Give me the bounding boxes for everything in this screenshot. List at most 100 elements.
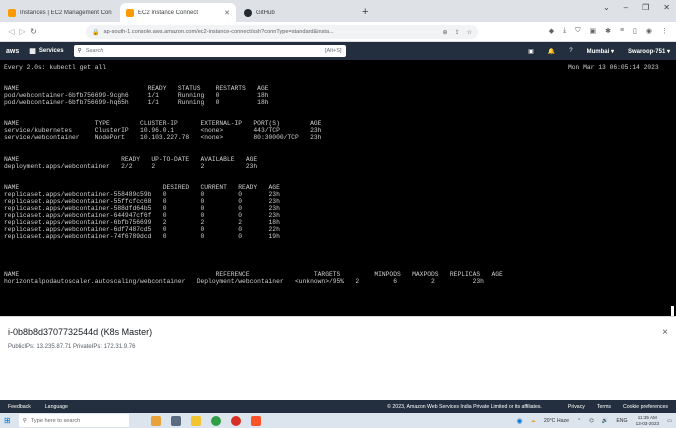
- tab-ec2-instance-connect[interactable]: EC2 Instance Connect ✕: [120, 3, 236, 22]
- extension-icon[interactable]: ▣: [589, 27, 596, 35]
- instance-ips: PublicIPs: 13.235.87.71 PrivateIPs: 172.…: [8, 344, 136, 350]
- instance-title: i-0b8b8d3707732544d (K8s Master): [8, 327, 153, 337]
- terminal-line: replicaset.apps/webcontainer-6df7487cd5 …: [4, 226, 280, 233]
- close-tab-icon[interactable]: ✕: [224, 9, 230, 17]
- tab-label: EC2 Instance Connect: [138, 9, 199, 16]
- instance-info-panel: i-0b8b8d3707732544d (K8s Master) PublicI…: [0, 316, 676, 400]
- widgets-icon[interactable]: [150, 415, 161, 426]
- extensions-bar: ◆ ⤓ ⛉ ▣ ✱ ≡ ▯ ◉ ⋮: [549, 27, 668, 35]
- terminal-line: service/webcontainer NodePort 10.103.227…: [4, 134, 322, 141]
- github-icon: [244, 8, 252, 17]
- feedback-link[interactable]: Feedback: [8, 404, 31, 410]
- terminal-line: replicaset.apps/webcontainer-6bfb756699 …: [4, 219, 280, 226]
- reload-icon[interactable]: ↻: [28, 27, 39, 36]
- system-tray: ◉ ☁ 20°C Haze ⌃ ⌬ 🔊 ENG 11:35 AM 13-03-2…: [517, 413, 672, 428]
- url-text: ap-south-1.console.aws.amazon.com/ec2-in…: [103, 29, 334, 35]
- taskbar-search-placeholder: Type here to search: [30, 417, 81, 424]
- grid-icon: ▦: [29, 48, 36, 55]
- new-tab-button[interactable]: +: [362, 3, 368, 22]
- brave-icon[interactable]: [250, 415, 261, 426]
- search-placeholder: Search: [85, 48, 104, 54]
- tab-strip: Instances | EC2 Management Console EC2 I…: [0, 0, 676, 22]
- terminal-line: Every 2.0s: kubectl get all: [4, 64, 107, 71]
- terminal-scrollbar[interactable]: [671, 306, 674, 316]
- forward-icon[interactable]: ▷: [17, 27, 28, 36]
- tab-instances[interactable]: Instances | EC2 Management Console: [2, 3, 118, 22]
- bookmark-star-icon[interactable]: ☆: [467, 29, 472, 36]
- clock-time: 11:35 AM: [637, 415, 657, 420]
- taskbar-apps: [150, 415, 261, 426]
- file-explorer-icon[interactable]: [190, 415, 201, 426]
- terminal-line: NAME TYPE CLUSTER-IP EXTERNAL-IP PORT(S)…: [4, 120, 322, 127]
- weather-icon: ☁: [530, 417, 536, 424]
- sidebar-icon[interactable]: ▯: [633, 27, 637, 35]
- help-icon[interactable]: ?: [569, 48, 572, 54]
- services-button[interactable]: ▦ Services: [29, 47, 63, 55]
- language-link[interactable]: Language: [45, 404, 68, 410]
- clock[interactable]: 11:35 AM 13-03-2023: [636, 415, 660, 426]
- cookie-preferences-link[interactable]: Cookie preferences: [623, 404, 668, 410]
- task-view-icon[interactable]: [170, 415, 181, 426]
- terminal-line: horizontalpodautoscaler.autoscaling/webc…: [4, 278, 484, 285]
- chrome-icon[interactable]: [210, 415, 221, 426]
- account-menu[interactable]: Swaroop-751 ▾: [628, 48, 670, 55]
- shield-icon[interactable]: ⛉: [575, 27, 580, 35]
- share-icon[interactable]: ⇪: [455, 29, 460, 36]
- volume-icon[interactable]: 🔊: [602, 418, 608, 424]
- maximize-icon[interactable]: ❐: [642, 3, 649, 12]
- download-icon[interactable]: ⤓: [563, 27, 566, 35]
- close-window-icon[interactable]: ✕: [663, 3, 670, 12]
- address-bar-row: ◁ ▷ ↻ 🔒 ap-south-1.console.aws.amazon.co…: [0, 22, 676, 42]
- tab-github[interactable]: GitHub: [238, 3, 354, 22]
- language-indicator[interactable]: ENG: [616, 418, 627, 424]
- ssh-terminal[interactable]: Every 2.0s: kubectl get all Mon Mar 13 0…: [0, 60, 676, 316]
- region-selector[interactable]: Mumbai ▾: [587, 48, 614, 55]
- profile-icon[interactable]: ◉: [646, 27, 652, 35]
- zoom-icon[interactable]: ⊕: [443, 29, 448, 36]
- terminal-line: deployment.apps/webcontainer 2/2 2 2 23h: [4, 163, 258, 170]
- search-icon: ⚲: [77, 48, 82, 54]
- aws-nav-bar: aws ▦ Services ⚲ Search [Alt+S] ▣ 🔔 ? Mu…: [0, 42, 676, 60]
- terminal-line: NAME READY STATUS RESTARTS AGE: [4, 85, 269, 92]
- aws-nav-right: ▣ 🔔 ? Mumbai ▾ Swaroop-751 ▾: [528, 42, 670, 60]
- weather-text[interactable]: 20°C Haze: [544, 418, 569, 424]
- terminal-line: service/kubernetes ClusterIP 10.96.0.1 <…: [4, 127, 322, 134]
- lock-icon: 🔒: [92, 29, 100, 36]
- notifications-bell-icon[interactable]: 🔔: [548, 48, 555, 55]
- chrome-icon[interactable]: [230, 415, 241, 426]
- back-icon[interactable]: ◁: [6, 27, 17, 36]
- aws-search-input[interactable]: ⚲ Search [Alt+S]: [73, 45, 346, 57]
- edge-icon[interactable]: ◉: [517, 417, 523, 425]
- terminal-line: NAME DESIRED CURRENT READY AGE: [4, 184, 280, 191]
- aws-favicon-icon: [126, 8, 134, 17]
- reading-list-icon[interactable]: ≡: [620, 27, 624, 35]
- window-controls: ⌄ – ❐ ✕: [603, 3, 670, 12]
- terminal-line: pod/webcontainer-6bfb756699-9cgh6 1/1 Ru…: [4, 92, 269, 99]
- tab-search-icon[interactable]: ⌄: [603, 3, 610, 12]
- terminal-line: replicaset.apps/webcontainer-588dfd64b5 …: [4, 205, 280, 212]
- cloudshell-icon[interactable]: ▣: [528, 48, 534, 55]
- taskbar-search-input[interactable]: ⚲ Type here to search: [18, 414, 129, 427]
- privacy-link[interactable]: Privacy: [568, 404, 585, 410]
- browser-window: Instances | EC2 Management Console EC2 I…: [0, 0, 676, 428]
- terminal-line: replicaset.apps/webcontainer-558489c59b …: [4, 191, 280, 198]
- clock-date: 13-03-2023: [635, 420, 660, 426]
- windows-start-icon[interactable]: ⊞: [4, 416, 11, 425]
- aws-footer: Feedback Language © 2023, Amazon Web Ser…: [0, 400, 676, 413]
- terminal-line: replicaset.apps/webcontainer-55ffcfcc68 …: [4, 198, 280, 205]
- notifications-icon[interactable]: ▭: [667, 418, 672, 424]
- terms-link[interactable]: Terms: [597, 404, 611, 410]
- menu-icon[interactable]: ⋮: [661, 27, 668, 35]
- services-label: Services: [38, 48, 64, 54]
- puzzle-icon[interactable]: ✱: [605, 27, 611, 35]
- aws-logo[interactable]: aws: [6, 48, 19, 55]
- network-icon[interactable]: ⌬: [589, 418, 594, 424]
- close-icon[interactable]: ×: [662, 327, 668, 338]
- tray-overflow-icon[interactable]: ⌃: [577, 418, 581, 424]
- search-shortcut-hint: [Alt+S]: [324, 48, 342, 54]
- terminal-line: NAME REFERENCE TARGETS MINPODS MAXPODS R…: [4, 271, 503, 278]
- minimize-icon[interactable]: –: [624, 3, 628, 12]
- extension-icon[interactable]: ◆: [549, 27, 554, 35]
- tab-label: Instances | EC2 Management Console: [20, 9, 112, 16]
- url-bar[interactable]: 🔒 ap-south-1.console.aws.amazon.com/ec2-…: [86, 25, 478, 39]
